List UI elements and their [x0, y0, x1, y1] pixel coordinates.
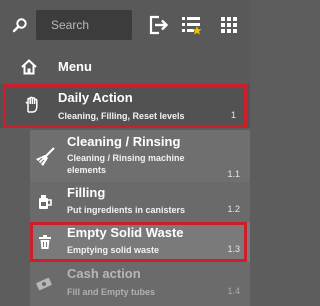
item-title: Filling	[67, 185, 106, 200]
item-subtitle: Cleaning, Filling, Reset levels	[58, 111, 185, 121]
search-icon[interactable]	[12, 17, 28, 33]
top-toolbar	[0, 0, 250, 50]
canister-icon	[36, 193, 54, 211]
search-field[interactable]	[36, 10, 132, 40]
item-subtitle: Emptying solid waste	[67, 245, 160, 255]
broom-icon	[34, 146, 56, 168]
menu-item-cleaning-rinsing[interactable]: Cleaning / Rinsing Cleaning / Rinsing ma…	[30, 130, 250, 182]
item-subtitle: Put ingredients in canisters	[67, 205, 186, 215]
grid-icon[interactable]	[218, 14, 240, 36]
item-subtitle-line2: elements	[67, 165, 107, 175]
item-title: Cash action	[67, 266, 141, 281]
item-title: Daily Action	[58, 90, 133, 105]
menu-row[interactable]: Menu	[0, 50, 250, 84]
menu-item-filling[interactable]: Filling Put ingredients in canisters 1.2	[30, 182, 250, 222]
list-star-icon[interactable]	[180, 14, 202, 36]
trash-icon	[36, 233, 54, 251]
item-title: Cleaning / Rinsing	[67, 134, 181, 149]
item-subtitle: Fill and Empty tubes	[67, 287, 156, 297]
item-number: 1.4	[227, 286, 240, 296]
menu-item-cash-action[interactable]: Cash action Fill and Empty tubes 1.4	[30, 262, 250, 306]
menu-label: Menu	[58, 59, 92, 74]
hand-icon	[23, 96, 41, 114]
item-subtitle-line1: Cleaning / Rinsing machine	[67, 153, 185, 163]
home-icon	[20, 58, 38, 76]
item-title: Empty Solid Waste	[67, 225, 184, 240]
item-number: 1.3	[227, 244, 240, 254]
item-subtitle: Cleaning / Rinsing machine elements	[67, 152, 185, 176]
item-number: 1.2	[227, 204, 240, 214]
item-number: 1.1	[227, 169, 240, 179]
menu-item-empty-solid-waste[interactable]: Empty Solid Waste Emptying solid waste 1…	[30, 222, 250, 262]
item-number: 1	[230, 110, 236, 120]
menu-item-daily-action[interactable]: Daily Action Cleaning, Filling, Reset le…	[0, 84, 250, 128]
cash-icon	[36, 274, 54, 292]
search-input[interactable]	[36, 10, 132, 40]
logout-icon[interactable]	[147, 14, 169, 36]
